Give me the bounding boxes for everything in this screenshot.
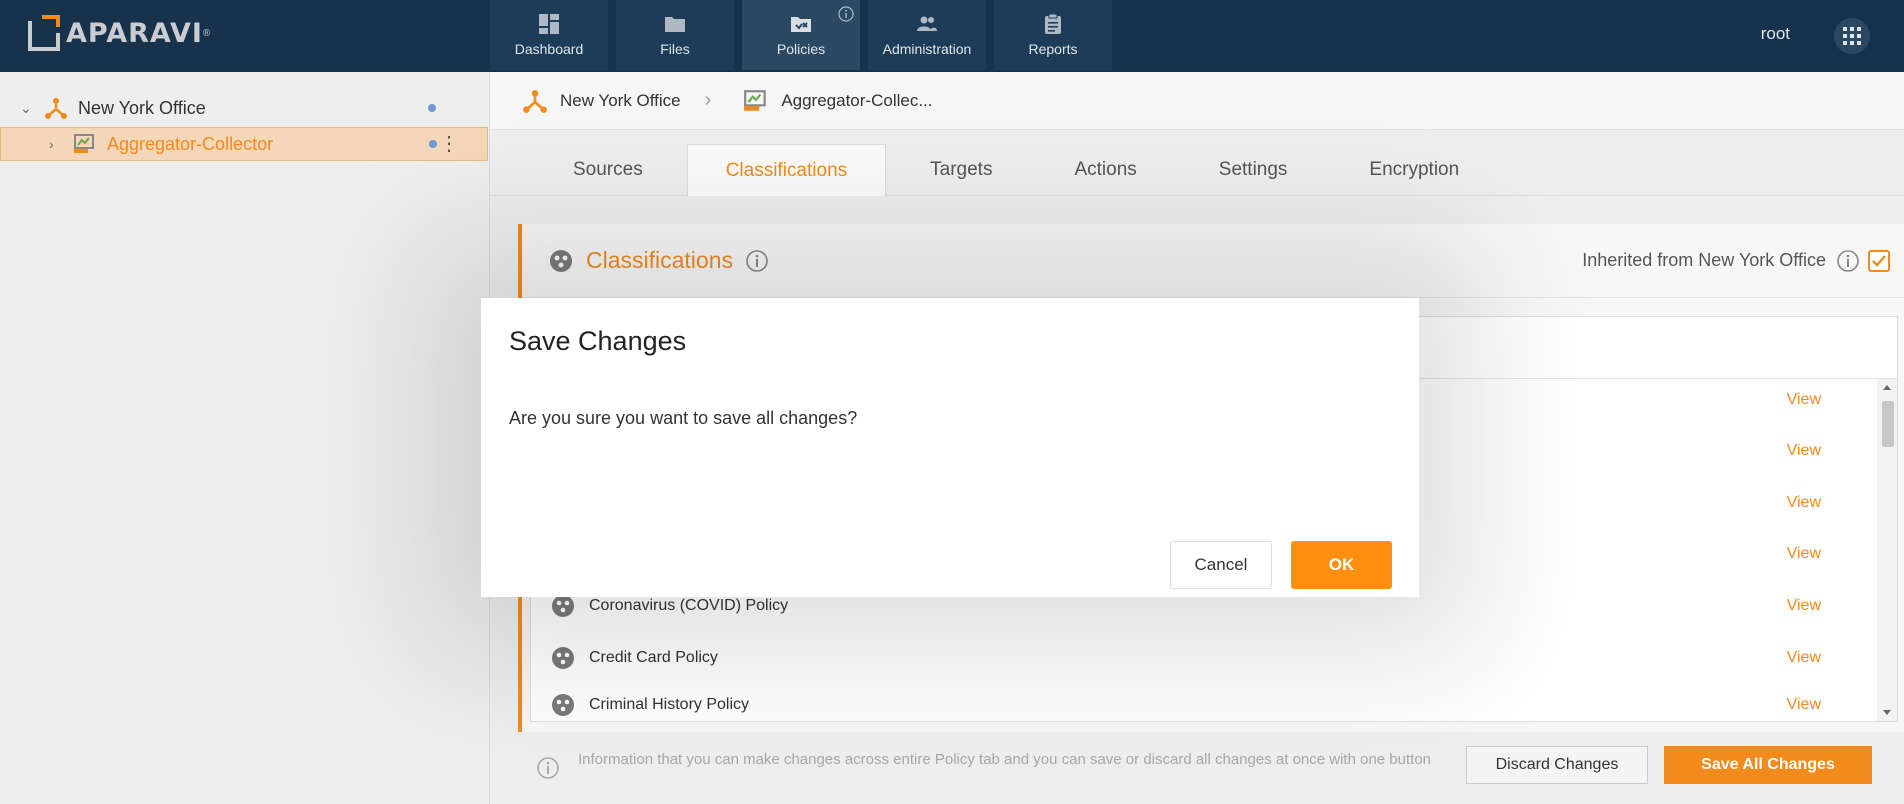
dialog-title: Save Changes (509, 326, 687, 356)
save-changes-dialog: Save Changes Are you sure you want to sa… (481, 298, 1419, 597)
dialog-message: Are you sure you want to save all change… (509, 408, 858, 428)
ok-button[interactable]: OK (1291, 541, 1392, 589)
cancel-button[interactable]: Cancel (1170, 541, 1272, 589)
